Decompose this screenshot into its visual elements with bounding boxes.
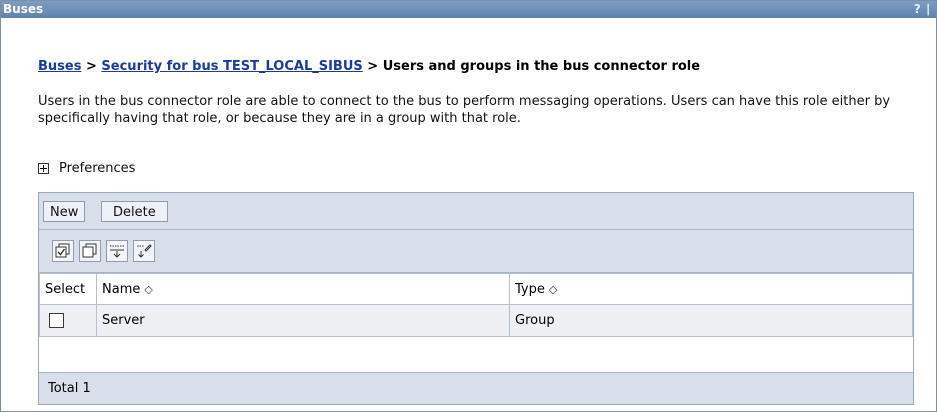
breadcrumb-separator: > bbox=[362, 59, 383, 74]
name-cell: Server bbox=[96, 304, 510, 337]
breadcrumb: Buses > Security for bus TEST_LOCAL_SIBU… bbox=[38, 59, 700, 74]
page-description: Users in the bus connector role are able… bbox=[38, 94, 891, 126]
type-cell: Group bbox=[509, 304, 913, 337]
select-cell bbox=[39, 304, 97, 337]
sort-icon[interactable]: ◇ bbox=[144, 283, 152, 296]
preferences-label[interactable]: Preferences bbox=[59, 161, 135, 176]
breadcrumb-current: Users and groups in the bus connector ro… bbox=[382, 59, 701, 74]
expand-plus-icon[interactable] bbox=[38, 163, 49, 174]
window-title: Buses bbox=[3, 2, 44, 16]
users-groups-table: Select Name ◇ Type ◇ Server Group bbox=[39, 273, 913, 337]
clear-filter-icon[interactable] bbox=[133, 240, 155, 262]
total-count: Total 1 bbox=[48, 381, 91, 396]
table-row: Server Group bbox=[39, 304, 913, 337]
select-header-label: Select bbox=[45, 281, 86, 297]
type-header-label[interactable]: Type bbox=[515, 282, 545, 297]
help-icon[interactable]: ? ∣ bbox=[914, 1, 931, 18]
portlet-frame: Buses ? ∣ Buses > Security for bus TEST_… bbox=[0, 0, 937, 412]
breadcrumb-separator: > bbox=[81, 59, 102, 74]
new-button[interactable]: New bbox=[43, 201, 86, 222]
delete-button[interactable]: Delete bbox=[101, 201, 168, 222]
breadcrumb-link-buses[interactable]: Buses bbox=[38, 59, 81, 74]
table-footer: Total 1 bbox=[39, 372, 913, 404]
name-header-label[interactable]: Name bbox=[102, 282, 140, 297]
collection-panel: New Delete Select Name ◇ Type ◇ Server G… bbox=[38, 192, 914, 405]
button-toolbar: New Delete bbox=[39, 193, 913, 230]
type-column-header[interactable]: Type ◇ bbox=[509, 273, 913, 305]
breadcrumb-link-security[interactable]: Security for bus TEST_LOCAL_SIBUS bbox=[101, 59, 362, 74]
preferences-toggle[interactable]: Preferences bbox=[38, 161, 135, 176]
row-checkbox[interactable] bbox=[49, 313, 64, 328]
show-filter-icon[interactable] bbox=[106, 240, 128, 262]
title-bar: Buses ? ∣ bbox=[1, 1, 936, 18]
table-header-row: Select Name ◇ Type ◇ bbox=[39, 273, 913, 305]
select-column-header: Select bbox=[39, 273, 97, 305]
sort-icon[interactable]: ◇ bbox=[549, 283, 557, 296]
deselect-all-icon[interactable] bbox=[79, 240, 101, 262]
select-all-icon[interactable] bbox=[52, 240, 74, 262]
icon-toolbar bbox=[39, 230, 913, 273]
name-column-header[interactable]: Name ◇ bbox=[96, 273, 510, 305]
